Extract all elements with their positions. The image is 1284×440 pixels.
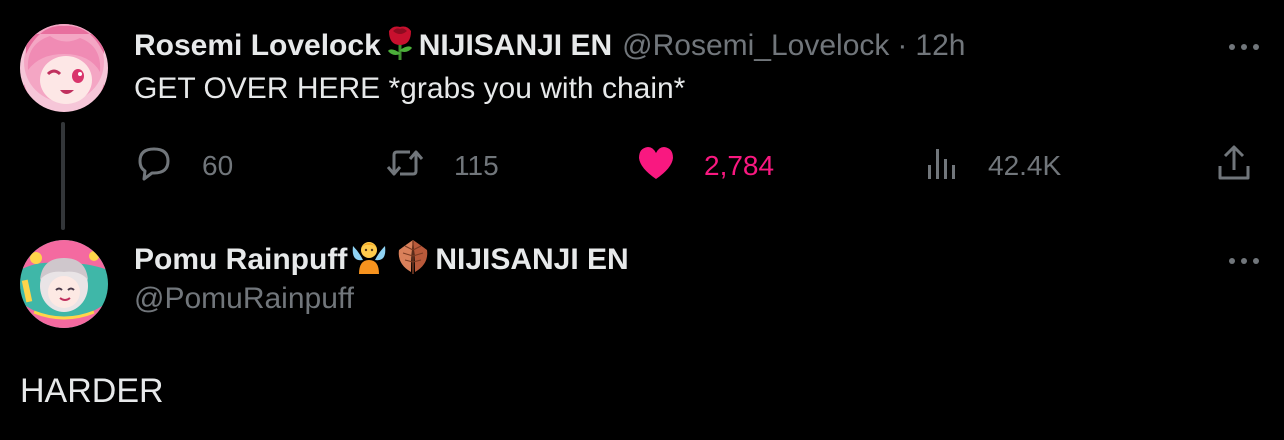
reply-button[interactable]: 60 (134, 140, 233, 192)
tweet-thread: Rosemi Lovelock NIJISANJI EN @Rosemi_Lov… (0, 0, 1284, 440)
like-button[interactable]: 2,784 (636, 140, 774, 192)
leaf-icon (393, 236, 433, 284)
reply-header: Pomu Rainpuff NIJISANJI EN (134, 238, 629, 282)
reply-author-name[interactable]: Pomu Rainpuff (134, 243, 347, 277)
analytics-icon (926, 145, 960, 188)
tweet-timestamp[interactable]: 12h (915, 29, 965, 63)
reply-icon (134, 143, 174, 190)
retweet-icon (384, 143, 426, 190)
retweet-button[interactable]: 115 (384, 140, 499, 192)
more-options-icon[interactable] (1224, 32, 1264, 62)
tweet-header: Rosemi Lovelock NIJISANJI EN @Rosemi_Lov… (134, 24, 965, 68)
separator-dot: · (897, 29, 908, 62)
author-handle[interactable]: @Rosemi_Lovelock (622, 29, 889, 63)
reply-author-affiliation: NIJISANJI EN (435, 243, 629, 276)
reply-more-options-icon[interactable] (1224, 246, 1264, 276)
rose-icon (383, 23, 417, 69)
like-count: 2,784 (704, 150, 775, 181)
heart-icon (636, 144, 676, 189)
author-name[interactable]: Rosemi Lovelock (134, 29, 381, 63)
tweet-actions: 60 115 2,784 42.4K (134, 140, 1264, 192)
views-button[interactable]: 42.4K (926, 140, 1061, 192)
reply-tweet-text: HARDER (20, 372, 164, 410)
share-icon (1216, 144, 1252, 189)
author-affiliation: NIJISANJI EN (418, 29, 613, 62)
views-count: 42.4K (988, 150, 1062, 181)
avatar-pomu[interactable] (20, 240, 108, 328)
thread-connector-line (61, 122, 65, 230)
reply-author-handle[interactable]: @PomuRainpuff (134, 282, 354, 316)
reply-count: 60 (202, 150, 234, 181)
avatar-rosemi[interactable] (20, 24, 108, 112)
retweet-count: 115 (454, 150, 499, 181)
fairy-icon (349, 236, 389, 284)
share-button[interactable] (1216, 140, 1252, 192)
tweet-text: GET OVER HERE *grabs you with chain* (134, 72, 686, 105)
